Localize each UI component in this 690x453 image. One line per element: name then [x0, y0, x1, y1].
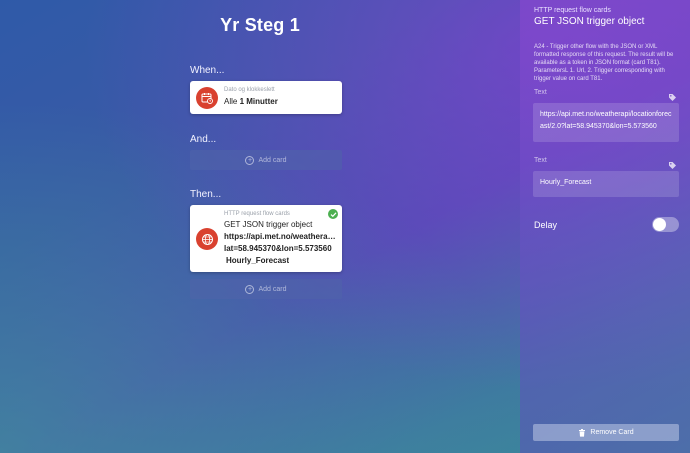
- remove-card-label: Remove Card: [590, 429, 634, 436]
- tag-icon[interactable]: [668, 89, 678, 101]
- then-label: Then...: [190, 189, 222, 200]
- then-card[interactable]: HTTP request flow cards GET JSON trigger…: [190, 205, 342, 272]
- sidebar-category: HTTP request flow cards: [534, 7, 611, 14]
- then-card-url-line1: https://api.met.no/weatherapi/l...: [224, 232, 336, 241]
- then-add-card-button[interactable]: + Add card: [190, 279, 342, 299]
- then-card-category: HTTP request flow cards: [224, 211, 290, 217]
- trash-icon: [579, 428, 586, 437]
- then-card-url-line2: lat=58.945370&lon=5.573560: [224, 244, 332, 253]
- plus-icon: +: [245, 284, 255, 294]
- when-card-category: Dato og klokkeslett: [224, 87, 275, 93]
- calendar-clock-icon: [196, 87, 218, 109]
- and-add-card-button[interactable]: + Add card: [190, 150, 342, 170]
- when-card-prefix: Alle: [224, 97, 238, 106]
- sidebar-description: A24 - Trigger other flow with the JSON o…: [534, 44, 674, 82]
- field2-label: Text: [534, 157, 547, 164]
- globe-icon: [196, 228, 218, 250]
- field2-input[interactable]: Hourly_Forecast: [533, 171, 679, 197]
- when-label: When...: [190, 65, 225, 76]
- tag-icon[interactable]: [668, 157, 678, 169]
- toggle-knob: [653, 218, 666, 231]
- when-card-text: Alle 1 Minutter: [224, 97, 278, 106]
- delay-label: Delay: [534, 220, 558, 230]
- and-label: And...: [190, 134, 217, 145]
- sidebar-title: GET JSON trigger object: [534, 16, 645, 27]
- field1-label: Text: [534, 89, 547, 96]
- remove-card-button[interactable]: Remove Card: [533, 424, 679, 441]
- field1-input[interactable]: https://api.met.no/weatherapi/locationfo…: [533, 103, 679, 142]
- check-icon: [328, 209, 338, 219]
- delay-toggle[interactable]: [652, 217, 679, 232]
- page-title: Yr Steg 1: [220, 15, 300, 35]
- when-card[interactable]: Dato og klokkeslett Alle 1 Minutter: [190, 81, 342, 114]
- plus-icon: +: [245, 155, 255, 165]
- then-card-title: GET JSON trigger object: [224, 220, 313, 229]
- when-card-value: 1 Minutter: [239, 97, 278, 106]
- flow-editor: Yr Steg 1 When... Dato og klokkeslett Al…: [0, 0, 520, 453]
- then-add-card-label: Add card: [258, 285, 287, 293]
- then-card-value: Hourly_Forecast: [226, 256, 290, 265]
- and-add-card-label: Add card: [258, 156, 287, 164]
- card-settings-sidebar: HTTP request flow cards GET JSON trigger…: [520, 0, 690, 453]
